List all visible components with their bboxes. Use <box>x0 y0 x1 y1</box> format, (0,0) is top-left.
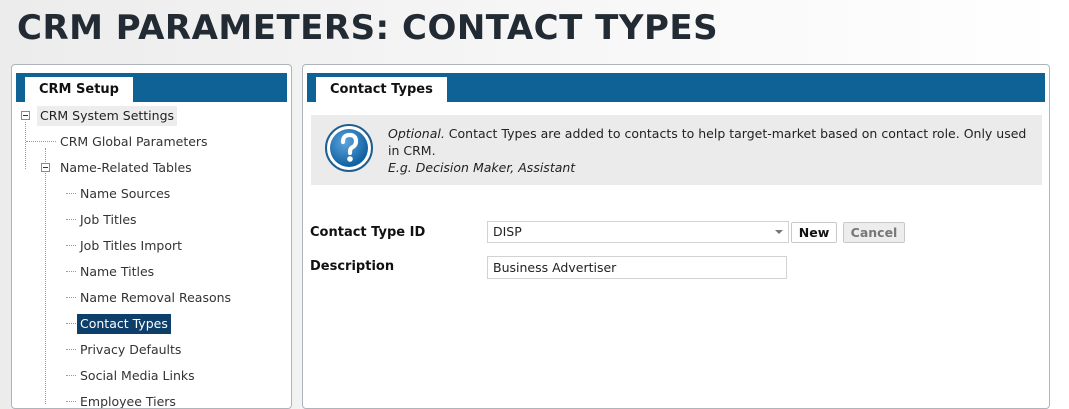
tree-connector <box>66 245 76 246</box>
description-label: Description <box>310 259 395 274</box>
tab-crm-setup[interactable]: CRM Setup <box>24 76 134 102</box>
collapse-name-related-icon[interactable] <box>41 163 50 172</box>
tree-item-job-titles-import[interactable]: Job Titles Import <box>77 236 185 256</box>
collapse-root-icon[interactable] <box>21 111 30 120</box>
cancel-button[interactable]: Cancel <box>843 222 905 243</box>
help-question-icon <box>325 124 373 172</box>
tree-item-name-sources[interactable]: Name Sources <box>77 184 173 204</box>
tree-connector <box>66 193 76 194</box>
tree-connector <box>26 141 56 142</box>
tree-connector <box>66 375 76 376</box>
page-title: CRM PARAMETERS: CONTACT TYPES <box>17 8 719 48</box>
tree-item-social-media-links[interactable]: Social Media Links <box>77 366 198 386</box>
tree-connector <box>66 297 76 298</box>
dropdown-arrow-icon[interactable] <box>770 222 788 242</box>
info-description: Contact Types are added to contacts to h… <box>388 126 1027 158</box>
right-tab-bar: Contact Types <box>307 73 1045 102</box>
tree-item-name-related-tables[interactable]: Name-Related Tables <box>57 158 195 178</box>
description-field[interactable] <box>487 256 787 279</box>
optional-label: Optional. <box>388 126 445 141</box>
new-button[interactable]: New <box>791 222 837 243</box>
tree-connector <box>66 349 76 350</box>
tree-connector <box>66 401 76 402</box>
info-box: Optional. Contact Types are added to con… <box>311 115 1042 185</box>
tree-item-name-removal-reasons[interactable]: Name Removal Reasons <box>77 288 234 308</box>
tab-contact-types[interactable]: Contact Types <box>315 76 448 102</box>
tree-item-privacy-defaults[interactable]: Privacy Defaults <box>77 340 184 360</box>
left-tab-bar: CRM Setup <box>16 73 287 102</box>
tree-item-crm-global-parameters[interactable]: CRM Global Parameters <box>57 132 211 152</box>
tree-item-contact-types[interactable]: Contact Types <box>77 314 171 334</box>
contact-type-id-value: DISP <box>493 224 522 239</box>
info-text: Optional. Contact Types are added to con… <box>388 125 1033 176</box>
tree-connector <box>66 323 76 324</box>
tree-connector <box>25 122 26 169</box>
contact-type-id-combo[interactable]: DISP <box>487 221 789 243</box>
info-example: E.g. Decision Maker, Assistant <box>388 160 576 175</box>
contact-types-panel: Contact Types Optional. Contact Types ar… <box>302 64 1050 409</box>
tree-item-name-titles[interactable]: Name Titles <box>77 262 157 282</box>
contact-type-id-label: Contact Type ID <box>310 225 426 240</box>
tree-connector <box>66 219 76 220</box>
crm-setup-panel: CRM Setup CRM System Settings CRM Global… <box>11 64 292 409</box>
tree-item-job-titles[interactable]: Job Titles <box>77 210 140 230</box>
tree-connector <box>45 148 46 404</box>
tree-item-crm-system-settings[interactable]: CRM System Settings <box>37 106 178 126</box>
tree-connector <box>66 271 76 272</box>
